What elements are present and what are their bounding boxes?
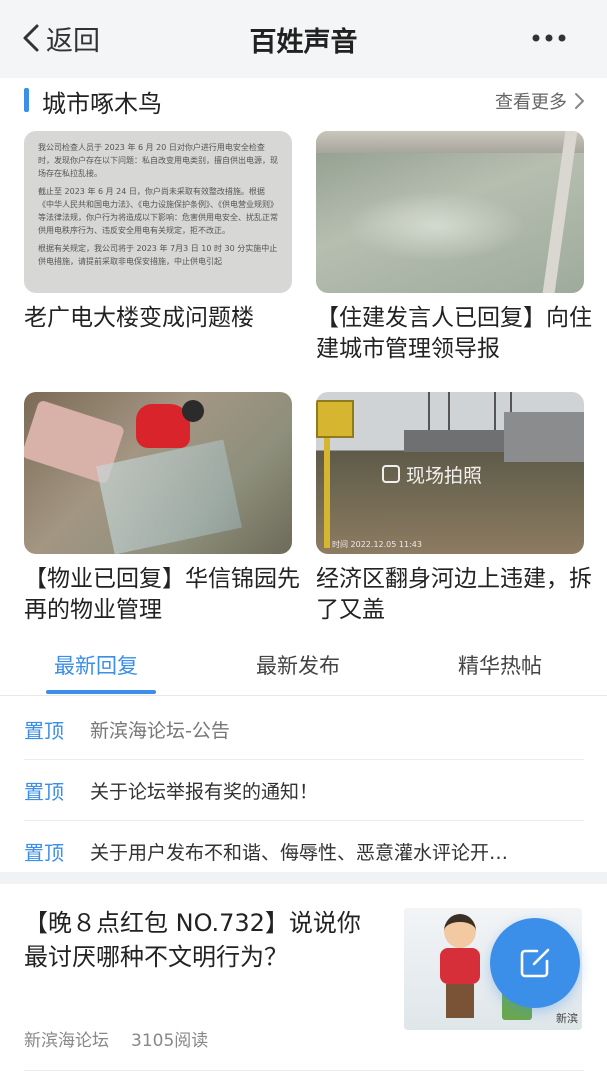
compose-icon — [520, 948, 550, 978]
photo-watermark: 现场拍照 — [374, 460, 490, 488]
notice-text: 我公司检查人员于 2023 年 6 月 20 日对你户进行用电安全检查时，发现你… — [38, 143, 278, 178]
photo-foam — [346, 191, 526, 261]
see-more-link[interactable]: 查看更多 — [495, 88, 585, 114]
list-divider — [24, 1070, 584, 1071]
photo-power-tower — [428, 392, 450, 432]
camera-icon — [382, 465, 400, 483]
section-title: 城市啄木鸟 — [42, 90, 162, 118]
see-more-label: 查看更多 — [495, 92, 567, 113]
photo-timestamp: 时间 2022.12.05 11:43 — [332, 540, 422, 549]
feature-card[interactable]: 现场拍照 时间 2022.12.05 11:43 经济区翻身河边上违建，拆了又盖 — [316, 392, 592, 626]
card-caption: 老广电大楼变成问题楼 — [24, 305, 254, 331]
tab-latest-replies[interactable]: 最新回复 — [54, 650, 138, 680]
illustration-boy-head — [444, 914, 476, 948]
card-caption: 经济区翻身河边上违建，拆了又盖 — [316, 566, 592, 623]
photo-building — [504, 412, 584, 462]
thumbnail-logo: 新滨 — [556, 1012, 578, 1025]
photo-sign — [316, 400, 354, 438]
card-caption: 【住建发言人已回复】向住建城市管理领导报 — [316, 305, 592, 362]
illustration-boy-legs — [446, 984, 474, 1018]
feature-card[interactable]: 我公司检查人员于 2023 年 6 月 20 日对你户进行用电安全检查时，发现你… — [24, 131, 292, 334]
section-accent-bar — [24, 88, 29, 112]
notice-text: 根据有关规定，我公司将于 2023 年 7月3 日 10 时 30 分实施中止供… — [38, 244, 278, 266]
compose-button[interactable] — [490, 918, 580, 1008]
post-title: 【晚８点红包 NO.732】说说你最讨厌哪种不文明行为？ — [24, 909, 361, 971]
photo-ledge — [316, 131, 584, 153]
tab-bar: 最新回复 最新发布 精华热帖 — [0, 640, 607, 696]
feature-card[interactable]: 【物业已回复】华信锦园先再的物业管理 — [24, 392, 300, 626]
photo-sign-pole — [324, 438, 330, 548]
post-meta: 新滨海论坛 3105阅读 — [24, 1026, 208, 1051]
section-divider — [0, 872, 607, 884]
pinned-tag: 置顶 — [24, 779, 64, 804]
feature-card[interactable]: 【住建发言人已回复】向住建城市管理领导报 — [316, 131, 592, 365]
pinned-title: 关于用户发布不和谐、侮辱性、恶意灌水评论开… — [90, 841, 509, 864]
card-thumbnail: 现场拍照 时间 2022.12.05 11:43 — [316, 392, 584, 554]
tab-latest-posts[interactable]: 最新发布 — [256, 650, 340, 680]
pinned-tag: 置顶 — [24, 840, 64, 865]
tab-featured-hot[interactable]: 精华热帖 — [458, 650, 542, 680]
notice-text: 截止至 2023 年 6 月 24 日，你户尚未采取有效整改措施。根据《中华人民… — [38, 187, 278, 235]
card-thumbnail — [24, 392, 292, 554]
watermark-label: 现场拍照 — [406, 464, 483, 487]
chevron-right-icon — [575, 93, 584, 109]
photo-plastic-sheet — [96, 439, 242, 554]
pinned-tag: 置顶 — [24, 718, 64, 743]
pinned-title: 关于论坛举报有奖的通知！ — [90, 780, 319, 803]
photo-building — [404, 430, 504, 452]
top-bar: 返回 百姓声音 — [0, 0, 607, 78]
card-thumbnail: 我公司检查人员于 2023 年 6 月 20 日对你户进行用电安全检查时，发现你… — [24, 131, 292, 293]
active-tab-indicator — [46, 690, 156, 694]
card-caption: 【物业已回复】华信锦园先再的物业管理 — [24, 566, 300, 623]
pinned-title: 新滨海论坛-公告 — [90, 719, 230, 742]
illustration-boy-body — [440, 948, 480, 984]
post-source: 新滨海论坛 — [24, 1031, 109, 1051]
pinned-post[interactable]: 置顶 关于论坛举报有奖的通知！ — [24, 760, 584, 821]
photo-railing — [542, 131, 578, 293]
photo-person-head — [182, 400, 204, 422]
card-thumbnail — [316, 131, 584, 293]
more-dots-icon[interactable] — [531, 26, 567, 50]
page-title: 百姓声音 — [249, 27, 358, 58]
post-read-count: 3105阅读 — [131, 1031, 209, 1051]
pinned-post[interactable]: 置顶 新滨海论坛-公告 — [24, 699, 584, 760]
